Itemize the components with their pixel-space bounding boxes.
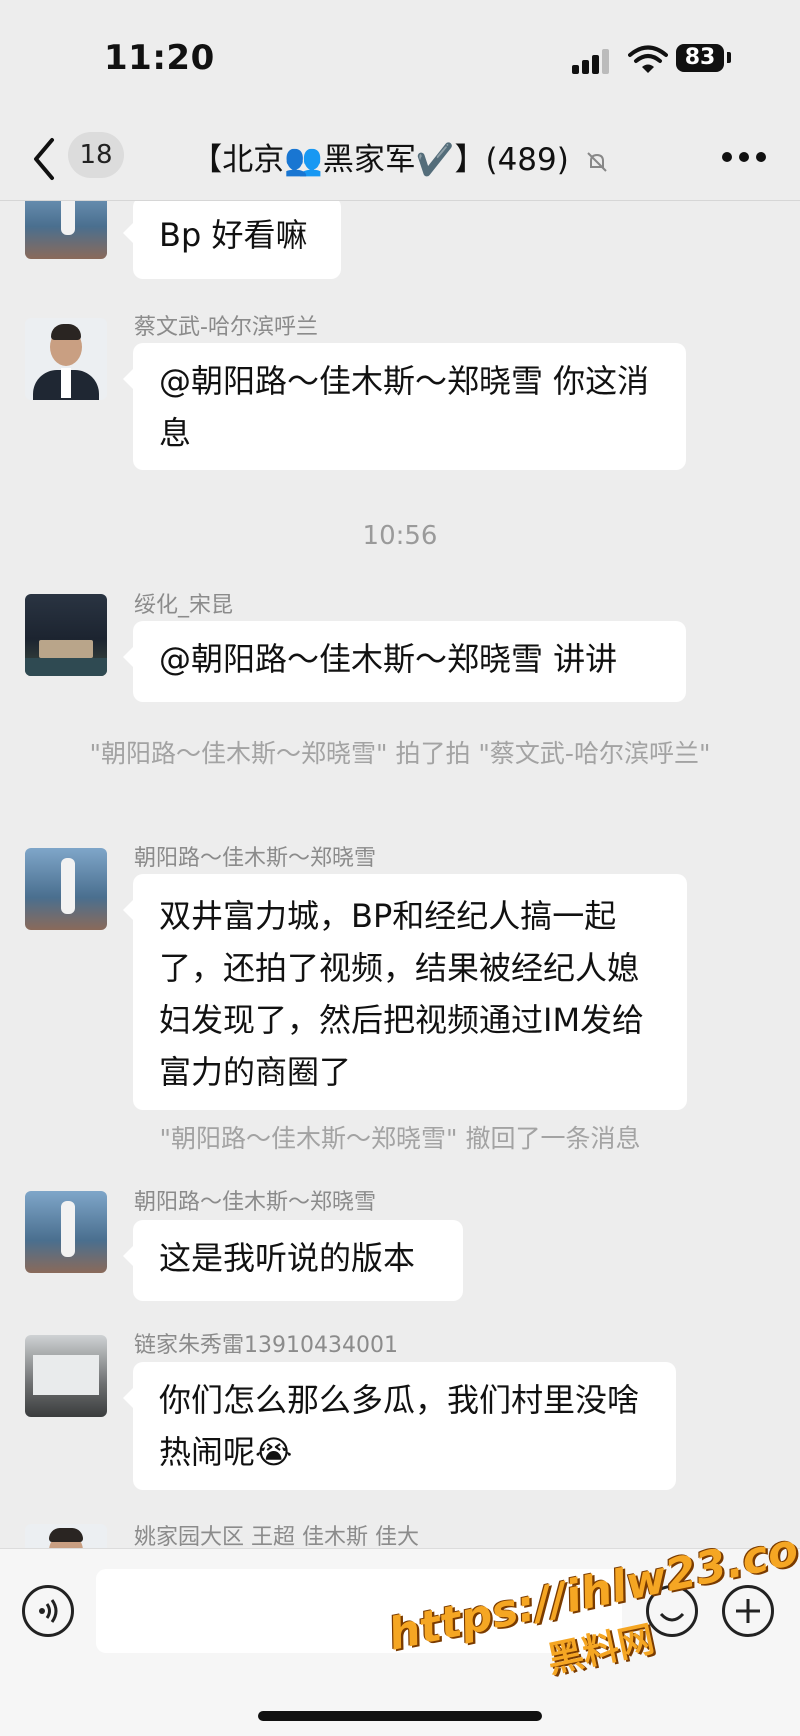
sender-name: 朝阳路～佳木斯～郑晓雪 (134, 1190, 377, 1215)
cellular-signal-icon (572, 48, 612, 74)
avatar[interactable] (25, 848, 107, 930)
muted-bell-icon (586, 151, 607, 172)
sender-name: 链家朱秀雷13910434001 (134, 1333, 398, 1358)
status-time: 11:20 (104, 38, 215, 78)
chat-message-list[interactable]: Bp 好看嘛 蔡文武-哈尔滨呼兰 @朝阳路～佳木斯～郑晓雪 你这消息 10:56… (0, 201, 800, 1548)
chat-title: 【北京👥黑家军✔️】(489) (0, 134, 800, 179)
battery-tip (727, 52, 731, 63)
chat-title-text: 【北京👥黑家军✔️】(489) (191, 142, 569, 178)
message-bubble[interactable]: 你们怎么那么多瓜，我们村里没啥热闹呢😭 (123, 1362, 676, 1490)
wifi-icon (628, 45, 668, 73)
avatar[interactable] (25, 1335, 107, 1417)
sender-name: 朝阳路～佳木斯～郑晓雪 (134, 846, 377, 871)
system-notice: "朝阳路～佳木斯～郑晓雪" 撤回了一条消息 (159, 1124, 641, 1153)
message-bubble[interactable]: Bp 好看嘛 (123, 201, 341, 279)
message-bubble[interactable]: @朝阳路～佳木斯～郑晓雪 讲讲 (123, 621, 686, 702)
avatar[interactable] (25, 1524, 107, 1548)
avatar[interactable] (25, 201, 107, 259)
system-notice: "朝阳路～佳木斯～郑晓雪" 拍了拍 "蔡文武-哈尔滨呼兰" (89, 739, 711, 768)
message-bubble[interactable]: 这是我听说的版本 (123, 1220, 463, 1301)
message-bubble[interactable]: @朝阳路～佳木斯～郑晓雪 你这消息 (123, 343, 686, 470)
message-bubble[interactable]: 双井富力城，BP和经纪人搞一起了，还拍了视频，结果被经纪人媳妇发现了，然后把视频… (123, 874, 687, 1110)
voice-input-icon[interactable] (22, 1585, 74, 1637)
sender-name: 蔡文武-哈尔滨呼兰 (134, 315, 318, 340)
timestamp: 10:56 (362, 521, 438, 551)
avatar[interactable] (25, 1191, 107, 1273)
more-options-icon[interactable] (722, 152, 766, 164)
sender-name: 姚家园大区 王超 佳木斯 佳大 (134, 1525, 419, 1548)
avatar[interactable] (25, 594, 107, 676)
battery-icon: 83 (676, 44, 724, 72)
avatar[interactable] (25, 318, 107, 400)
sender-name: 绥化_宋昆 (134, 593, 234, 618)
home-indicator (258, 1711, 542, 1721)
status-bar: 11:20 83 (0, 0, 800, 120)
chat-header: 18 【北京👥黑家军✔️】(489) (0, 120, 800, 201)
